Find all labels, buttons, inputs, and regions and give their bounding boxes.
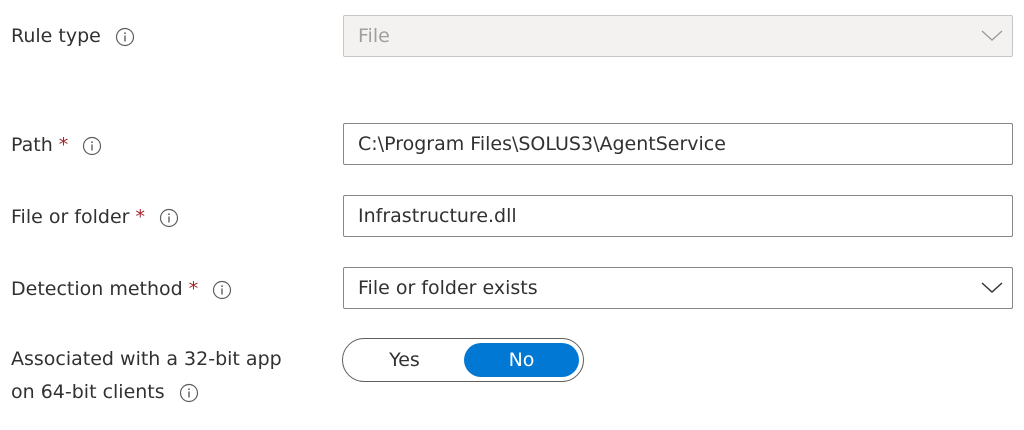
- toggle-option-yes[interactable]: Yes: [347, 343, 462, 377]
- associated-32bit-label-line2-row: on 64-bit clients: [11, 376, 282, 409]
- info-icon[interactable]: [159, 208, 179, 228]
- info-icon[interactable]: [115, 27, 135, 47]
- toggle-option-no[interactable]: No: [464, 343, 579, 377]
- path-label-row: Path *: [11, 129, 102, 162]
- detection-method-label: Detection method: [11, 278, 183, 300]
- path-input[interactable]: C:\Program Files\SOLUS3\AgentService: [343, 123, 1013, 165]
- required-asterisk: *: [58, 134, 69, 156]
- required-asterisk: *: [188, 278, 199, 300]
- file-or-folder-label: File or folder: [11, 206, 130, 228]
- info-icon[interactable]: [82, 136, 102, 156]
- associated-32bit-label: Associated with a 32-bit app on 64-bit c…: [11, 343, 282, 409]
- detection-method-dropdown[interactable]: File or folder exists: [343, 267, 1013, 309]
- info-icon[interactable]: [212, 280, 232, 300]
- associated-32bit-label-line2: on 64-bit clients: [11, 381, 165, 403]
- path-label: Path: [11, 134, 53, 156]
- required-asterisk: *: [135, 206, 145, 228]
- path-value: C:\Program Files\SOLUS3\AgentService: [358, 133, 726, 155]
- info-icon[interactable]: [179, 383, 199, 403]
- rule-type-label-row: Rule type: [11, 20, 135, 53]
- chevron-down-icon: [972, 16, 1012, 56]
- associated-32bit-label-line1: Associated with a 32-bit app: [11, 348, 282, 370]
- file-or-folder-value: Infrastructure.dll: [358, 205, 517, 227]
- rule-type-value: File: [358, 25, 390, 47]
- rule-type-label: Rule type: [11, 25, 101, 47]
- file-or-folder-input[interactable]: Infrastructure.dll: [343, 195, 1013, 237]
- detection-method-label-row: Detection method *: [11, 273, 232, 306]
- associated-32bit-toggle[interactable]: Yes No: [342, 338, 584, 382]
- chevron-down-icon: [972, 268, 1012, 308]
- rule-type-dropdown[interactable]: File: [343, 15, 1013, 57]
- file-or-folder-label-row: File or folder *: [11, 201, 179, 234]
- detection-method-value: File or folder exists: [358, 277, 538, 299]
